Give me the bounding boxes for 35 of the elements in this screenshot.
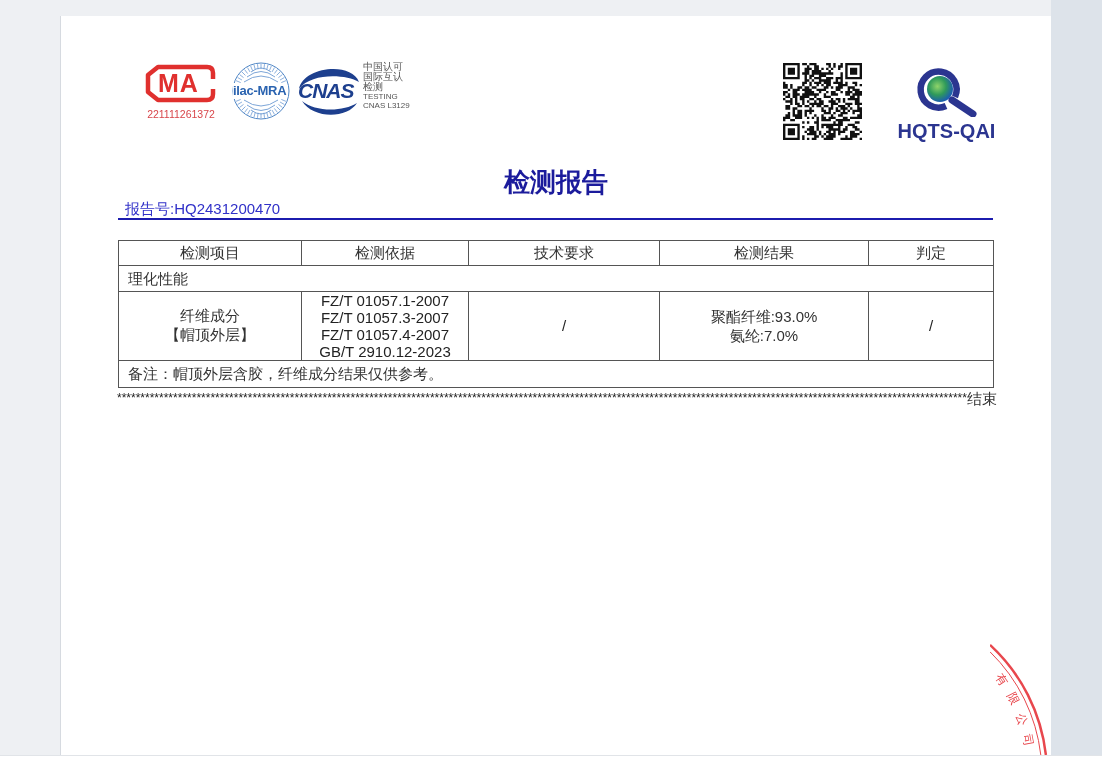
verdict-text: / (928, 317, 934, 334)
report-number: 报告号:HQ2431200470 (125, 200, 281, 218)
standard-code: FZ/T 01057.3-2007 (320, 309, 450, 326)
requirement-text: / (561, 317, 567, 334)
circle-emblem-icon (232, 62, 290, 120)
seal-stamp: 有限公司 (990, 638, 1051, 755)
column-header: 检测结果 (734, 245, 794, 261)
test-item-text: 【帽顶外层】 (165, 326, 255, 345)
c-frame-icon (145, 64, 217, 103)
separator-asterisks: ************************************************************************************************************************************************************************************** (117, 391, 967, 405)
section-label: 理化性能 (128, 270, 188, 287)
report-title: 检测报告 (503, 166, 608, 198)
column-header: 检测依据 (355, 245, 415, 261)
cnas-mark: CNAS (298, 79, 354, 103)
cnas-caption-line: 国际互认 (363, 72, 404, 82)
result-text: 氨纶:7.0% (729, 326, 799, 345)
test-item-text: 纤维成分 (180, 307, 240, 326)
column-header: 技术要求 (534, 245, 594, 261)
brand-name: HQTS-QAI (897, 121, 996, 141)
standard-code: GB/T 2910.12-2023 (319, 343, 451, 360)
standard-code: FZ/T 01057.1-2007 (320, 292, 450, 309)
qr-code-icon (783, 63, 862, 140)
certificate-number: 221111261372 (147, 108, 215, 120)
column-header: 检测项目 (180, 245, 240, 261)
cnas-caption-line: TESTING (363, 92, 399, 101)
remark-text: 备注：帽顶外层含胶，纤维成分结果仅供参考。 (128, 366, 443, 382)
cma-mark: MA (158, 68, 199, 98)
result-text: 聚酯纤维:93.0% (710, 307, 818, 326)
cnas-caption-line: 检测 (363, 82, 383, 92)
ilac-mark: ilac-MRA (233, 83, 287, 99)
cnas-caption-line: 中国认可 (363, 62, 404, 72)
cnas-caption-line: CNAS L3129 (363, 101, 410, 110)
column-header: 判定 (916, 245, 946, 261)
standard-code: FZ/T 01057.4-2007 (320, 326, 450, 343)
end-label: 结束 (966, 390, 997, 408)
